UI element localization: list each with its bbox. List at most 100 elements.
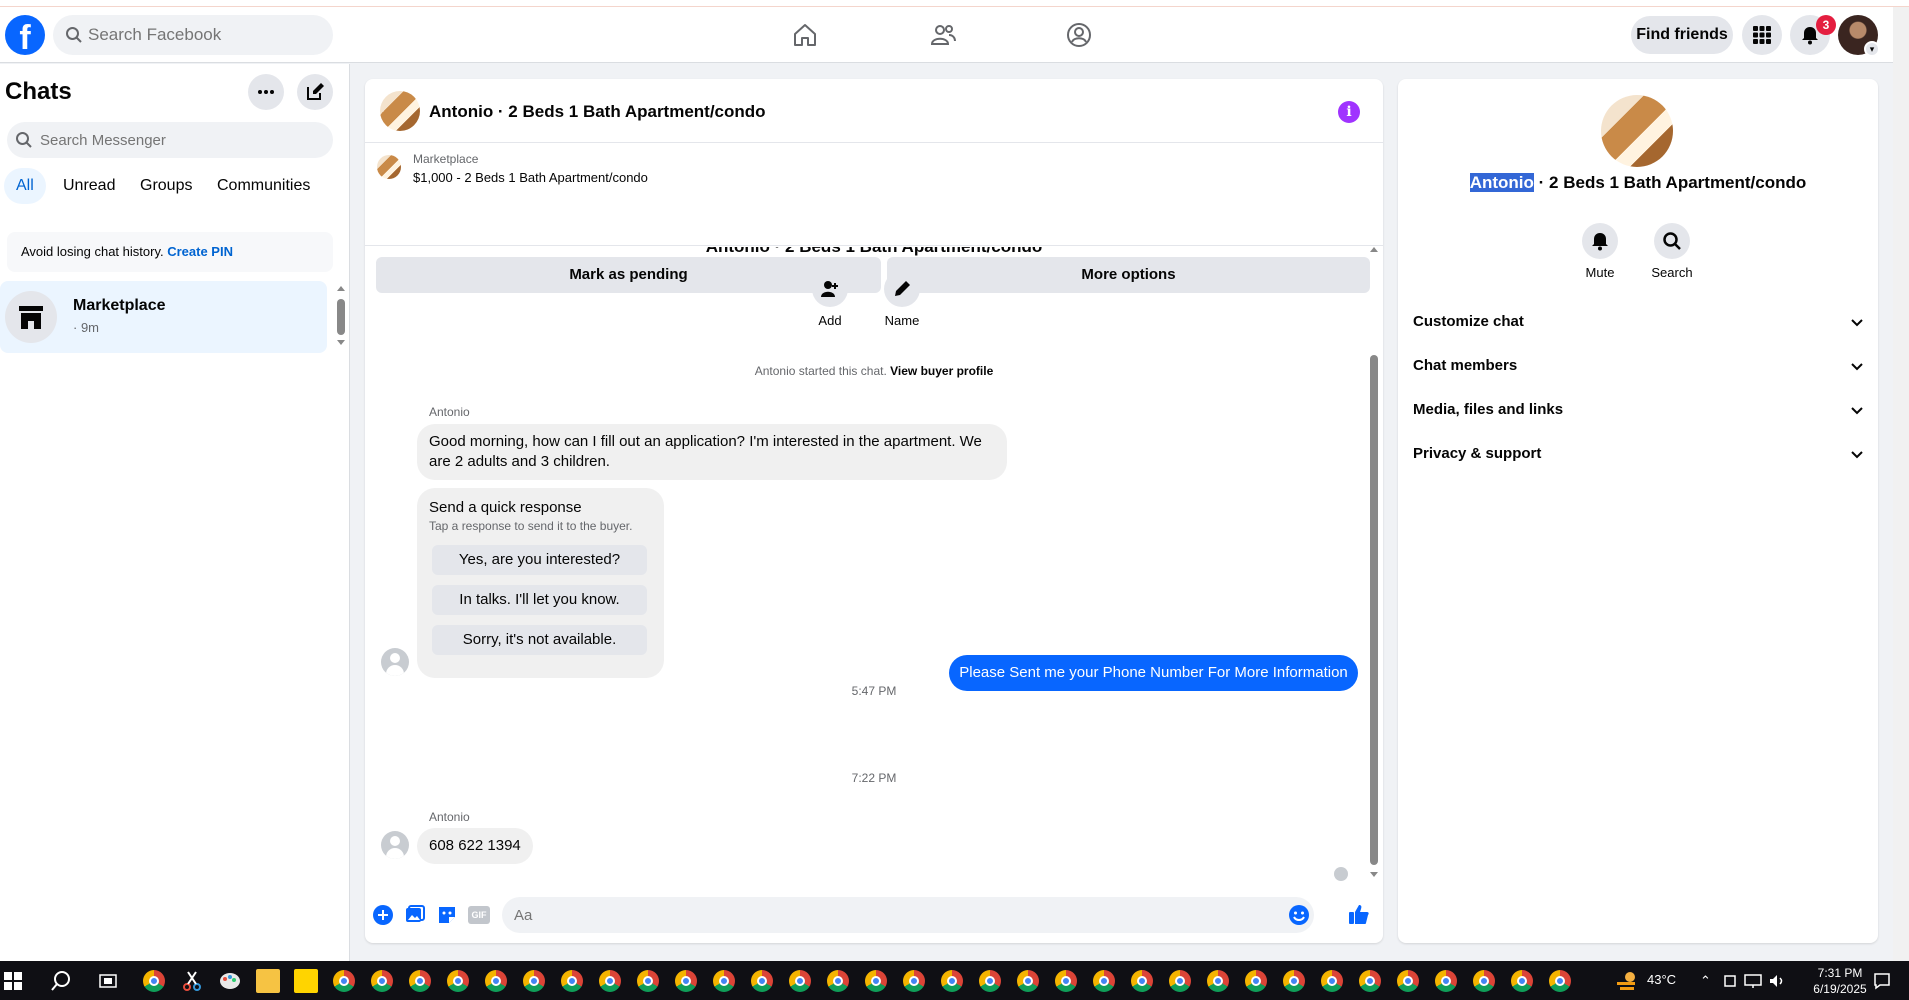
chrome-icon[interactable] (523, 970, 545, 992)
chrome-icon[interactable] (637, 970, 659, 992)
customize-chat-section[interactable]: Customize chat (1398, 300, 1878, 344)
chrome-icon[interactable] (827, 970, 849, 992)
chrome-icon[interactable] (1055, 970, 1077, 992)
chevron-up-icon[interactable]: ⌃ (1700, 973, 1711, 989)
search-icon[interactable] (49, 969, 73, 993)
gallery-icon[interactable] (404, 904, 426, 926)
chrome-icon[interactable] (1283, 970, 1305, 992)
chrome-icon[interactable] (751, 970, 773, 992)
chrome-icon[interactable] (1245, 970, 1267, 992)
chrome-icon[interactable] (675, 970, 697, 992)
sticker-icon[interactable] (436, 904, 458, 926)
paint-icon[interactable] (218, 969, 242, 993)
chrome-icon[interactable] (485, 970, 507, 992)
message-input[interactable] (514, 897, 1274, 933)
sticky-notes-icon[interactable] (294, 969, 318, 993)
filter-all[interactable]: All (4, 168, 46, 204)
chrome-icon[interactable] (409, 970, 431, 992)
chrome-icon[interactable] (1511, 970, 1533, 992)
facebook-search[interactable] (53, 15, 333, 55)
chrome-icon[interactable] (599, 970, 621, 992)
notification-center-icon[interactable] (1873, 972, 1891, 990)
search-conversation-button[interactable] (1654, 223, 1690, 259)
find-friends-button[interactable]: Find friends (1631, 16, 1733, 54)
location-icon[interactable] (1722, 973, 1738, 989)
scroll-up-arrow-icon[interactable] (337, 286, 345, 291)
chevron-down-icon[interactable]: ▾ (1864, 41, 1880, 57)
friends-icon[interactable] (929, 21, 957, 49)
snipping-tool-icon[interactable] (180, 969, 204, 993)
incoming-message[interactable]: Good morning, how can I fill out an appl… (417, 424, 1007, 480)
file-explorer-icon[interactable] (256, 969, 280, 993)
chrome-icon[interactable] (371, 970, 393, 992)
task-view-icon[interactable] (96, 969, 120, 993)
chrome-icon[interactable] (333, 970, 355, 992)
chrome-icon[interactable] (1017, 970, 1039, 992)
windows-start-icon[interactable] (4, 972, 22, 990)
chrome-icon[interactable] (789, 970, 811, 992)
menu-button[interactable] (1742, 15, 1782, 55)
chat-members-section[interactable]: Chat members (1398, 344, 1878, 388)
sidebar-scrollbar-thumb[interactable] (337, 299, 345, 335)
info-icon[interactable]: i (1338, 101, 1360, 123)
incoming-message[interactable]: 608 622 1394 (417, 828, 533, 864)
chat-options-button[interactable] (248, 74, 284, 110)
message-input-box[interactable] (502, 897, 1314, 933)
scroll-up-arrow-icon[interactable] (1370, 247, 1378, 252)
home-icon[interactable] (791, 21, 819, 49)
quick-response-not-available-button[interactable]: Sorry, it's not available. (432, 625, 647, 655)
privacy-support-section[interactable]: Privacy & support (1398, 432, 1878, 476)
facebook-logo[interactable]: f (5, 15, 45, 55)
chrome-icon[interactable] (713, 970, 735, 992)
volume-icon[interactable] (1768, 973, 1786, 989)
chrome-icon[interactable] (1397, 970, 1419, 992)
name-chat-button[interactable] (884, 271, 920, 307)
chrome-icon[interactable] (1093, 970, 1115, 992)
listing-thumbnail[interactable] (380, 91, 420, 131)
quick-response-yes-button[interactable]: Yes, are you interested? (432, 545, 647, 575)
listing-title[interactable]: $1,000 - 2 Beds 1 Bath Apartment/condo (413, 170, 648, 185)
chrome-icon[interactable] (979, 970, 1001, 992)
thumbs-up-icon[interactable] (1348, 903, 1370, 925)
chrome-icon[interactable] (903, 970, 925, 992)
mute-button[interactable] (1582, 223, 1618, 259)
filter-groups[interactable]: Groups (128, 168, 204, 204)
chrome-icon[interactable] (1321, 970, 1343, 992)
sender-avatar[interactable] (381, 648, 409, 676)
media-files-links-section[interactable]: Media, files and links (1398, 388, 1878, 432)
page-scrollbar[interactable] (1893, 7, 1909, 961)
network-icon[interactable] (1744, 973, 1762, 989)
filter-communities[interactable]: Communities (205, 168, 322, 204)
chrome-icon[interactable] (143, 970, 165, 992)
chat-title[interactable]: Antonio · 2 Beds 1 Bath Apartment/condo (429, 102, 766, 122)
chrome-icon[interactable] (1169, 970, 1191, 992)
chrome-icon[interactable] (1131, 970, 1153, 992)
messenger-search[interactable] (7, 122, 333, 158)
chrome-icon[interactable] (1473, 970, 1495, 992)
chrome-icon[interactable] (941, 970, 963, 992)
chrome-icon[interactable] (1435, 970, 1457, 992)
view-buyer-profile-link[interactable]: View buyer profile (890, 364, 993, 378)
gif-icon[interactable]: GIF (468, 906, 490, 924)
new-message-button[interactable] (297, 74, 333, 110)
chrome-icon[interactable] (865, 970, 887, 992)
chrome-icon[interactable] (1359, 970, 1381, 992)
scroll-down-arrow-icon[interactable] (1370, 872, 1378, 877)
create-pin-link[interactable]: Create PIN (167, 244, 233, 259)
chrome-icon[interactable] (1549, 970, 1571, 992)
conversation-item[interactable]: Marketplace · 9m (0, 281, 327, 353)
system-clock[interactable]: 7:31 PM 6/19/2025 (1805, 965, 1875, 997)
sender-avatar[interactable] (381, 831, 409, 859)
chrome-icon[interactable] (561, 970, 583, 992)
filter-unread[interactable]: Unread (51, 168, 127, 204)
messenger-search-input[interactable] (40, 122, 320, 158)
plus-circle-icon[interactable] (372, 904, 394, 926)
chat-scrollbar-thumb[interactable] (1370, 355, 1378, 865)
weather-icon[interactable] (1614, 969, 1640, 993)
add-people-button[interactable] (812, 271, 848, 307)
selected-name-text[interactable]: Antonio (1469, 173, 1534, 192)
chrome-icon[interactable] (1207, 970, 1229, 992)
emoji-icon[interactable] (1288, 904, 1310, 926)
scroll-down-arrow-icon[interactable] (337, 340, 345, 345)
chrome-icon[interactable] (447, 970, 469, 992)
